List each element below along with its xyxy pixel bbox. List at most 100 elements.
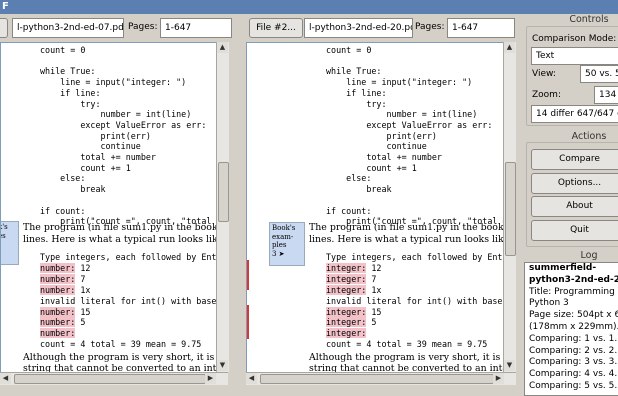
run-line: integer: 1x [326,284,382,296]
run-line: number: [40,328,76,339]
run-line: number: 5 [40,317,85,328]
code-line: count += 1 [40,162,131,173]
run-line: integer: 7 [326,273,377,285]
run-line: integer: 12 [326,262,381,274]
scroll-down-arrow-icon[interactable]: ▼ [504,360,515,371]
log-line: Comparing: 1 vs. 1. [529,333,618,344]
quit-button[interactable]: Quit [531,220,618,241]
run-value: 15 [75,306,91,317]
file-1-button[interactable] [0,18,8,38]
diff-highlight: integer: [326,317,367,328]
right-horizontal-scrollbar[interactable]: ◀ ▶ [246,372,516,385]
scroll-left-arrow-icon[interactable]: ◀ [0,373,11,384]
pages-1-field[interactable]: 1-647 [160,18,232,38]
code-line: try: [326,98,387,109]
run-value: 5 [75,317,86,328]
diff-highlight: number: [40,273,76,284]
run-value: 15 [366,306,382,317]
comparison-mode-select[interactable]: Text [531,47,618,65]
run-line: number: 12 [40,262,91,274]
log-heading-2: python3-2nd-ed-20 [529,274,618,285]
run-line: number: 7 [40,273,86,285]
file-1-name-field[interactable]: l-python3-2nd-ed-07.pdf [12,18,124,38]
log-line: Comparing: 2 vs. 2. [529,345,618,356]
code-line: except ValueError as err: [326,119,493,130]
scroll-down-arrow-icon[interactable]: ▼ [217,360,228,371]
file-2-name-field[interactable]: l-python3-2nd-ed-20.pdf [304,18,413,38]
diff-highlight: number: [40,306,76,317]
scroll-thumb[interactable] [218,162,229,222]
diff-highlight: integer: [326,273,367,284]
log-line: (178mm x 229mm). [529,321,618,332]
paragraph-1-line-2-right: lines. Here is what a typical run looks … [309,234,505,245]
left-vertical-scrollbar[interactable]: ▲ ▼ [216,42,229,372]
scroll-left-arrow-icon[interactable]: ◀ [246,373,257,384]
title-bar: F [0,0,618,14]
log-title: Log [580,250,598,261]
pages-2-field[interactable]: 1-647 [447,18,515,38]
code-line: while True: [40,66,96,77]
code-line: count += 1 [326,162,417,173]
code-line: total += number [40,152,156,162]
paragraph-2-line-1: Although the program is very short, it i… [23,352,216,363]
code-line: continue [40,141,141,152]
pane-splitter[interactable] [230,42,244,386]
pages-2-label: Pages: [415,22,445,32]
run-value: 1x [75,284,91,295]
run-line: integer: [326,328,367,339]
hscroll-thumb[interactable] [260,374,494,384]
code-line: else: [326,173,372,184]
code-line: number = int(line) [40,109,192,120]
run-value: 12 [75,262,91,273]
file-2-button[interactable]: File #2... [249,18,303,38]
run-value: 1x [366,284,382,295]
controls-title: Controls [569,14,609,25]
zoom-spinbox[interactable]: 134 [594,86,618,104]
window-title: F [2,1,9,12]
comparison-mode-label: Comparison Mode: [532,34,617,44]
left-horizontal-scrollbar[interactable]: ◀ ▶ [0,372,228,385]
run-value: 7 [366,273,377,284]
code-line: total += number [326,152,442,162]
code-line: count = 0 [40,45,86,55]
about-button[interactable]: About [531,196,618,217]
run-value: 5 [366,317,377,328]
run-line: integer: 5 [326,317,376,328]
scroll-right-arrow-icon[interactable]: ▶ [493,373,504,384]
scroll-up-arrow-icon[interactable]: ▲ [217,42,228,53]
margin-note-left: k's es [1,221,19,265]
log-heading-1: summerfield- [529,263,597,273]
diff-highlight: integer: [326,262,367,273]
run-line: Type integers, each followed by Enter; o… [40,252,217,262]
log-line: Comparing: 5 vs. 5. [529,380,618,391]
hscroll-thumb[interactable] [14,374,206,384]
left-page-view[interactable]: k's es count = 0 while True: line = input… [0,42,217,374]
run-line: invalid literal for int() with base 10: … [40,295,217,306]
diff-highlight: integer: [326,284,367,295]
paragraph-1-line-1: The program (in file sum1.py in the book… [23,222,216,233]
run-line: number: 1x [40,284,91,296]
diff-highlight: number: [40,284,76,295]
note-line-4: 3 ➤ [272,249,285,258]
compare-button[interactable]: Compare [531,149,618,170]
log-view[interactable]: summerfield- python3-2nd-ed-20 Title: Pr… [524,262,618,396]
view-select[interactable]: 50 vs. 5 [580,65,618,83]
code-line: except ValueError as err: [40,119,207,130]
code-line: if count: [326,205,372,216]
diff-highlight: number: [40,328,76,339]
scroll-up-arrow-icon[interactable]: ▲ [504,42,515,53]
note-line-1: Book's [272,224,296,232]
log-line: Comparing: 4 vs. 4. [529,369,618,380]
code-line: count = 0 [326,45,372,55]
run-line: invalid literal for int() with base 10: … [326,295,503,306]
diff-highlight: integer: [326,306,367,317]
scroll-right-arrow-icon[interactable]: ▶ [205,373,216,384]
scroll-thumb[interactable] [505,162,516,256]
options-button[interactable]: Options... [531,173,618,194]
log-line: Title: Programming in [529,286,618,297]
right-page-view[interactable]: Book's exam- ples 3 ➤ count = 0 while Tru… [246,42,505,374]
right-vertical-scrollbar[interactable]: ▲ ▼ [503,42,516,372]
run-line: integer: 15 [326,306,382,318]
run-line: Type integers, each followed by Enter; o… [326,252,504,262]
run-value: 7 [75,273,86,284]
